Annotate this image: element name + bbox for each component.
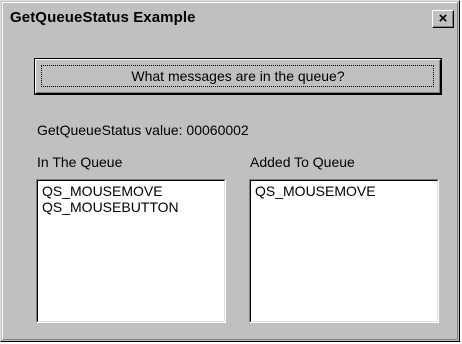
query-queue-button[interactable]: What messages are in the queue? — [35, 59, 441, 94]
in-queue-listbox[interactable]: QS_MOUSEMOVE QS_MOUSEBUTTON — [36, 179, 226, 323]
queue-status-value: GetQueueStatus value: 00060002 — [37, 122, 249, 138]
in-queue-list-content: QS_MOUSEMOVE QS_MOUSEBUTTON — [37, 180, 225, 322]
close-button[interactable]: × — [432, 10, 454, 28]
list-item[interactable]: QS_MOUSEMOVE — [42, 183, 220, 199]
added-queue-listbox[interactable]: QS_MOUSEMOVE — [249, 179, 439, 323]
list-item[interactable]: QS_MOUSEBUTTON — [42, 199, 220, 215]
title-bar[interactable]: GetQueueStatus Example × — [4, 4, 456, 30]
dialog-window: GetQueueStatus Example × What messages a… — [0, 0, 460, 342]
added-queue-list-content: QS_MOUSEMOVE — [250, 180, 438, 322]
query-queue-button-label: What messages are in the queue? — [131, 68, 345, 84]
close-icon: × — [438, 10, 448, 27]
added-queue-caption: Added To Queue — [250, 154, 355, 170]
in-queue-caption: In The Queue — [37, 154, 123, 170]
window-title: GetQueueStatus Example — [10, 9, 196, 26]
list-item[interactable]: QS_MOUSEMOVE — [255, 183, 433, 199]
